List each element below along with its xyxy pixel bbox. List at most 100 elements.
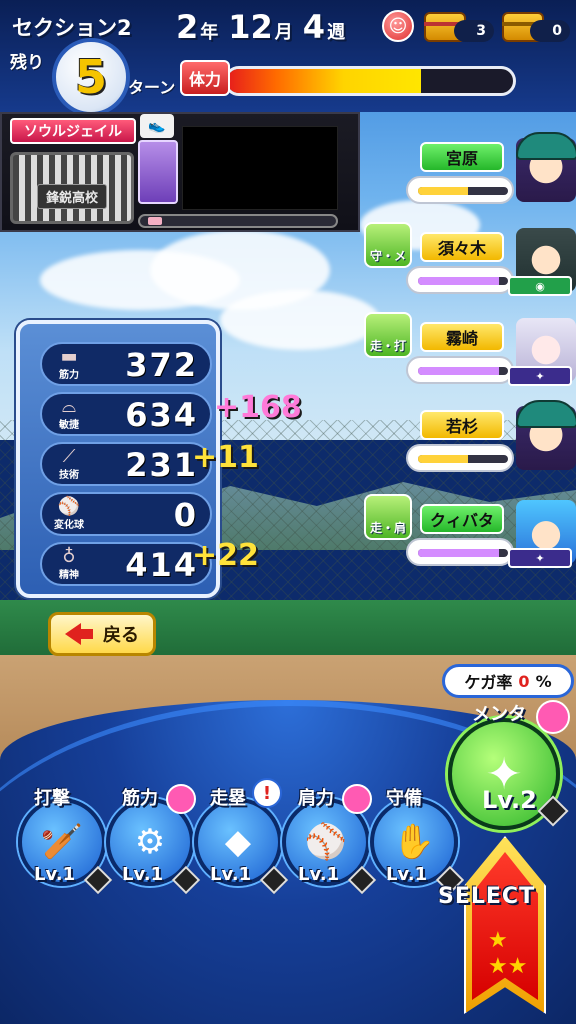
week-number: 4 [302, 8, 326, 46]
stat-value: 231 [125, 446, 198, 484]
training-strength-button[interactable]: ⚙ 筋力 Lv.1 [104, 784, 201, 895]
training-name: 守備 [386, 788, 422, 809]
bond-bar [418, 549, 508, 557]
training-level: Lv.1 [210, 864, 252, 885]
teammate-card[interactable]: 守・メ 須々木 ◉ [364, 222, 576, 300]
cloud [220, 290, 380, 350]
back-arrow-icon [65, 623, 81, 645]
bond-bar-fill [418, 549, 499, 557]
stats-panel: ▬ 筋力 372 ⌓ 敏捷 634 ⟋ 技術 231 ⚾ 変化球 0 ♁ 精神 … [16, 320, 220, 598]
rival-info-board [182, 126, 338, 210]
stat-glyph: ♁ [62, 545, 76, 567]
bond-bar [418, 277, 508, 285]
bond-bar-plate [406, 176, 514, 204]
stat-row-strength: ▬ 筋力 372 [40, 342, 212, 386]
injury-rate: ケガ率 0 % [442, 664, 574, 698]
status-header: セクション2 残り 5 ターン 2 年 12 月 4 週 ☺ 3 0 体力 [0, 0, 576, 116]
training-name: 肩力 [298, 788, 334, 809]
turn-counter: 5 [52, 38, 130, 116]
agility-bonus: +168 [214, 390, 302, 425]
back-button[interactable]: 戻る [48, 612, 156, 656]
progress-knob [148, 217, 162, 225]
training-level: Lv.1 [386, 864, 428, 885]
training-name: 筋力 [122, 788, 158, 809]
smile-face-icon[interactable]: ☺ [382, 10, 414, 42]
teammate-card[interactable]: 走・打 霧崎 ✦ [364, 312, 576, 390]
calendar-date: 2 年 12 月 4 週 [176, 8, 353, 46]
red-chest-count: 3 [454, 20, 494, 42]
injury-unit: % [535, 671, 552, 691]
bond-bar-fill [418, 367, 499, 375]
training-hint-icon: 守・メ [364, 222, 412, 268]
rival-progress-rail [138, 214, 338, 228]
bond-bar-plate [406, 266, 514, 294]
select-label: SELECT [438, 884, 536, 909]
training-level: Lv.2 [482, 786, 537, 814]
training-name: 打撃 [34, 788, 70, 809]
spirit-bonus: +22 [192, 538, 259, 573]
barbell-icon: ▬ 筋力 [46, 346, 92, 382]
spirit-icon: ♁ 精神 [46, 546, 92, 582]
teammate-card[interactable]: 若杉 [404, 400, 576, 478]
stamina-fill [227, 69, 422, 93]
stat-row-agility: ⌓ 敏捷 634 [40, 392, 212, 436]
stat-row-technique: ⟋ 技術 231 [40, 442, 212, 486]
teammate-name: 須々木 [420, 232, 504, 262]
teammate-name: クィバタ [420, 504, 504, 534]
stamina-bar [224, 66, 516, 96]
star-badge-icon: ✦ [508, 548, 572, 568]
mental-training-button[interactable]: ✦ メンタ Lv.2 [448, 700, 570, 830]
injury-label: ケガ率 [464, 673, 513, 692]
teammate-card[interactable]: 宮原 [404, 132, 576, 210]
bond-bar-plate [406, 444, 514, 472]
teammate-name: 霧崎 [420, 322, 504, 352]
school-emblem-text: 鋒鋭高校 [36, 184, 107, 209]
shoe-icon: ⌓ 敏捷 [46, 396, 92, 432]
training-hint-icon: 走・打 [364, 312, 412, 358]
month-number: 12 [228, 8, 273, 46]
stat-row-spirit: ♁ 精神 414 [40, 542, 212, 586]
stamina-label: 体力 [180, 60, 230, 96]
select-button[interactable]: ★ ★★ SELECT [436, 836, 572, 1016]
bond-bar-plate [406, 356, 514, 384]
bat-icon: ⟋ 技術 [46, 446, 92, 482]
bond-bar-fill [418, 187, 468, 195]
stat-label: 変化球 [54, 519, 84, 531]
stat-value: 372 [125, 346, 198, 384]
turns-left: 5 [74, 50, 107, 104]
school-emblem: 鋒鋭高校 [10, 152, 134, 224]
bond-bar [418, 367, 508, 375]
back-arrow-tail [81, 629, 93, 639]
shoe-icon: 👟 [140, 114, 174, 138]
training-running-button[interactable]: ◆ 走塁 ! Lv.1 [192, 778, 289, 895]
teammate-name: 宮原 [420, 142, 504, 172]
stat-glyph: ▬ [60, 345, 78, 367]
stat-label: 技術 [59, 469, 79, 481]
training-arm-button[interactable]: ⚾ 肩力 Lv.1 [280, 784, 377, 895]
turn-label: ターン [128, 78, 176, 97]
injury-value: 0 [518, 671, 530, 691]
training-batting-button[interactable]: 🏏 打撃 Lv.1 [16, 784, 113, 895]
star-badge-icon: ✦ [508, 366, 572, 386]
teammate-card[interactable]: 走・肩 クィバタ ✦ [364, 494, 576, 572]
stat-glyph: ⚾ [57, 495, 81, 517]
stat-label: 筋力 [59, 369, 79, 381]
stat-label: 敏捷 [59, 419, 79, 431]
baseball-cap-icon [516, 400, 576, 428]
stat-value: 414 [125, 546, 198, 584]
training-level: Lv.1 [122, 864, 164, 885]
eye-badge-icon: ◉ [508, 276, 572, 296]
bond-bar-plate [406, 538, 514, 566]
speech-bubble-icon [536, 700, 570, 734]
gold-chest-count: 0 [530, 20, 570, 42]
stat-value: 634 [125, 396, 198, 434]
rival-character-card [138, 140, 178, 204]
remaining-label: 残り [10, 53, 44, 73]
stat-glyph: ⟋ [62, 445, 76, 467]
baseball-cap-icon [516, 132, 576, 160]
training-name: メンタ [472, 704, 526, 725]
year-number: 2 [176, 8, 199, 46]
month-unit: 月 [274, 22, 293, 43]
stat-value: 0 [173, 496, 198, 534]
bond-bar [418, 455, 508, 463]
